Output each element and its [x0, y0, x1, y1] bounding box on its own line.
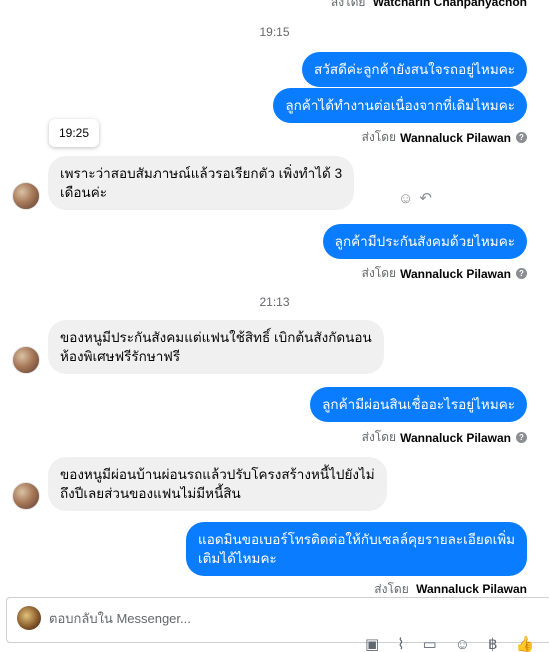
reply-icon[interactable]: ↶: [419, 189, 432, 207]
sender-prefix: ส่งโดย: [361, 430, 397, 444]
avatar[interactable]: [12, 346, 40, 374]
timestamp-tooltip: 19:25: [49, 119, 100, 147]
composer-toolbar: ▣ ⌇ ▭ ☺ ฿ 👍: [365, 637, 535, 652]
camera-icon[interactable]: ▣: [365, 637, 379, 652]
avatar[interactable]: [12, 482, 40, 510]
paperclip-icon[interactable]: ⌇: [397, 637, 404, 652]
page-avatar: [17, 606, 41, 630]
sender-name: Wannaluck Pilawan: [400, 266, 511, 281]
sender-line: ส่งโดย Wannaluck Pilawan ?: [362, 428, 527, 447]
sender-prefix: ส่งโดย: [374, 582, 409, 596]
message-bubble-outgoing[interactable]: ลูกค้ามีประกันสังคมด้วยไหมคะ: [322, 224, 527, 259]
message-bubble-outgoing[interactable]: ลูกค้ามีผ่อนสินเชื่ออะไรอยู่ไหมคะ: [310, 387, 527, 422]
thumbs-up-icon[interactable]: 👍: [516, 637, 535, 652]
message-actions: ☺ ↶: [398, 189, 432, 208]
message-text: ลูกค้ามีประกันสังคมด้วยไหมคะ: [334, 234, 515, 249]
emoji-icon[interactable]: ☺: [455, 637, 470, 652]
avatar[interactable]: [12, 182, 40, 210]
sender-line: ส่งโดย Wannaluck Pilawan ?: [362, 128, 527, 147]
message-bubble-outgoing[interactable]: ลูกค้าได้ทำงานต่อเนื่องจากที่เดิมไหมคะ: [273, 88, 527, 123]
info-icon[interactable]: ?: [516, 268, 527, 279]
sender-prefix: ส่งโดย: [361, 266, 397, 280]
info-icon[interactable]: ?: [516, 132, 527, 143]
sender-line-top: ส่งโดย Watcharin Chanpanyachon: [331, 0, 527, 12]
chat-template-icon[interactable]: ▭: [423, 637, 437, 652]
sender-name: Wannaluck Pilawan: [400, 130, 511, 145]
message-text-line: เดือนค่ะ: [60, 185, 107, 200]
time-separator: 19:15: [259, 25, 290, 39]
message-text-line: ห้องพิเศษฟรีรักษาฟรี: [60, 349, 181, 364]
sender-name: Wannaluck Pilawan: [400, 430, 511, 445]
message-bubble-outgoing[interactable]: แอดมินขอเบอร์โทรติดต่อให้กับเซลล์คุยรายล…: [186, 522, 527, 576]
message-text-line: ของหนูมีประกันสังคมแต่แฟนใช้สิทธิ์ เบิกต…: [60, 330, 372, 345]
sender-prefix: ส่งโดย: [330, 0, 366, 9]
messenger-thread: ส่งโดย Watcharin Chanpanyachon 19:15 สวั…: [0, 0, 549, 652]
sender-name: Wannaluck Pilawan: [416, 582, 527, 596]
message-text-line: เติมได้ไหมคะ: [198, 551, 277, 566]
message-bubble-incoming[interactable]: ของหนูมีประกันสังคมแต่แฟนใช้สิทธิ์ เบิกต…: [48, 320, 384, 374]
message-text-line: แอดมินขอเบอร์โทรติดต่อให้กับเซลล์คุยรายล…: [198, 532, 515, 547]
message-text-line: ของหนูมีผ่อนบ้านผ่อนรถแล้วปรับโครงสร้างห…: [60, 467, 375, 482]
message-text: ลูกค้ามีผ่อนสินเชื่ออะไรอยู่ไหมคะ: [322, 397, 515, 412]
message-text-line: ถึงปีเลยส่วนของแฟนไม่มีหนี้สิน: [60, 486, 241, 501]
reply-input[interactable]: [49, 607, 529, 629]
message-bubble-outgoing[interactable]: สวัสดีค่ะลูกค้ายังสนใจรถอยู่ไหมคะ: [302, 52, 527, 87]
message-text: สวัสดีค่ะลูกค้ายังสนใจรถอยู่ไหมคะ: [314, 62, 515, 77]
message-bubble-incoming[interactable]: เพราะว่าสอบสัมภาษณ์แล้วรอเรียกตัว เพิ่งท…: [48, 156, 355, 210]
baht-icon[interactable]: ฿: [488, 637, 498, 652]
sender-line: ส่งโดย Wannaluck Pilawan ?: [362, 264, 527, 283]
smile-icon[interactable]: ☺: [398, 190, 413, 207]
message-bubble-incoming[interactable]: ของหนูมีผ่อนบ้านผ่อนรถแล้วปรับโครงสร้างห…: [48, 457, 387, 511]
sender-name: Watcharin Chanpanyachon: [372, 0, 527, 9]
sender-prefix: ส่งโดย: [361, 130, 397, 144]
info-icon[interactable]: ?: [516, 432, 527, 443]
message-text: ลูกค้าได้ทำงานต่อเนื่องจากที่เดิมไหมคะ: [285, 98, 515, 113]
time-separator: 21:13: [259, 295, 290, 309]
message-text-line: เพราะว่าสอบสัมภาษณ์แล้วรอเรียกตัว เพิ่งท…: [60, 166, 343, 181]
